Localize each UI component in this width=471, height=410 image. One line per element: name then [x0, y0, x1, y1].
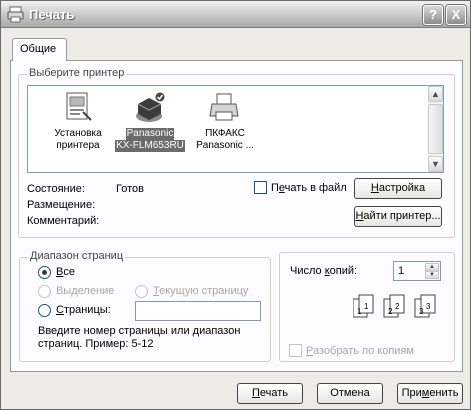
collate-checkbox[interactable]: [289, 344, 302, 357]
collate-number: 2: [395, 302, 400, 311]
radio-selected-dot: [42, 270, 47, 275]
printer-label-line2: принтера: [56, 140, 100, 151]
collate-number: 2: [388, 307, 393, 316]
collate-number: 3: [426, 302, 431, 311]
range-pages-radio[interactable]: [38, 304, 51, 317]
collate-number: 1: [364, 302, 369, 311]
state-value: Готов: [116, 183, 144, 195]
range-selection-radio[interactable]: [38, 285, 51, 298]
range-current-radio[interactable]: [135, 285, 148, 298]
page-range-legend: Диапазон страниц: [28, 250, 126, 262]
printer-group-legend: Выберите принтер: [27, 67, 127, 79]
tab-label: Общие: [20, 43, 57, 55]
help-button[interactable]: ?: [423, 5, 443, 25]
settings-button[interactable]: Настройка: [354, 178, 442, 199]
printer-label-line2: KX-FLM653RU: [115, 140, 185, 152]
pages-input[interactable]: [135, 301, 261, 321]
collate-illustration-icon: 1 1 2 2 3 3: [353, 294, 436, 318]
spin-down-icon[interactable]: ▼: [425, 271, 439, 279]
tab-general[interactable]: Общие: [12, 38, 67, 61]
comment-label: Комментарий:: [27, 215, 100, 227]
print-to-file-checkbox[interactable]: [254, 181, 267, 194]
scroll-up-icon[interactable]: ▲: [428, 86, 443, 102]
close-button[interactable]: X: [446, 5, 466, 25]
collate-number: 3: [419, 307, 424, 316]
printer-icon: [7, 6, 24, 23]
copies-value: 1: [398, 265, 405, 277]
print-button[interactable]: Печать: [237, 383, 303, 404]
range-all-radio[interactable]: [38, 266, 51, 279]
printer-label-line1: Panasonic: [125, 128, 175, 140]
find-printer-button[interactable]: Найти принтер...: [354, 206, 442, 227]
scroll-thumb[interactable]: [428, 104, 443, 154]
printer-item-panasonic[interactable]: Panasonic KX-FLM653RU: [114, 90, 186, 152]
default-printer-icon: [136, 91, 166, 122]
printer-item-add[interactable]: Установка принтера: [48, 90, 108, 152]
add-printer-icon: [66, 92, 92, 121]
printer-label-line1: Установка: [54, 128, 102, 139]
spin-up-icon[interactable]: ▲: [425, 263, 439, 271]
state-label: Состояние:: [27, 183, 85, 195]
range-hint-text: Введите номер страницы или диапазон стра…: [38, 325, 241, 350]
scroll-down-icon[interactable]: ▼: [428, 156, 443, 172]
collate-label[interactable]: Разобрать по копиям: [306, 345, 414, 357]
range-all-label[interactable]: Все: [56, 266, 75, 278]
title-bar[interactable]: Печать ? X: [1, 1, 470, 28]
copies-label: Число копий:: [290, 265, 358, 277]
apply-button[interactable]: Применить: [397, 383, 463, 404]
collate-number: 1: [357, 307, 362, 316]
range-selection-label[interactable]: Выделение: [56, 285, 114, 297]
window-title: Печать: [29, 7, 75, 22]
printer-label-line1: ПКФАКС: [205, 128, 245, 139]
printer-icon: [209, 93, 239, 121]
printer-item-pcfax[interactable]: ПКФАКС Panasonic ...: [190, 90, 260, 152]
print-to-file-label[interactable]: Печать в файл: [271, 182, 347, 194]
range-current-label[interactable]: Текущую страницу: [153, 285, 248, 297]
printer-list-scrollbar[interactable]: ▲ ▼: [428, 86, 443, 172]
range-pages-label[interactable]: Страницы:: [56, 304, 111, 316]
printer-list[interactable]: Установка принтера Panasonic KX-FLM653RU…: [27, 85, 444, 173]
copies-spinner[interactable]: 1 ▲ ▼: [393, 261, 441, 281]
printer-label-line2: Panasonic ...: [196, 140, 254, 151]
print-dialog: Печать ? X Общие Выберите принтер Устано…: [0, 0, 471, 410]
location-label: Размещение:: [27, 199, 96, 211]
cancel-button[interactable]: Отмена: [317, 383, 383, 404]
